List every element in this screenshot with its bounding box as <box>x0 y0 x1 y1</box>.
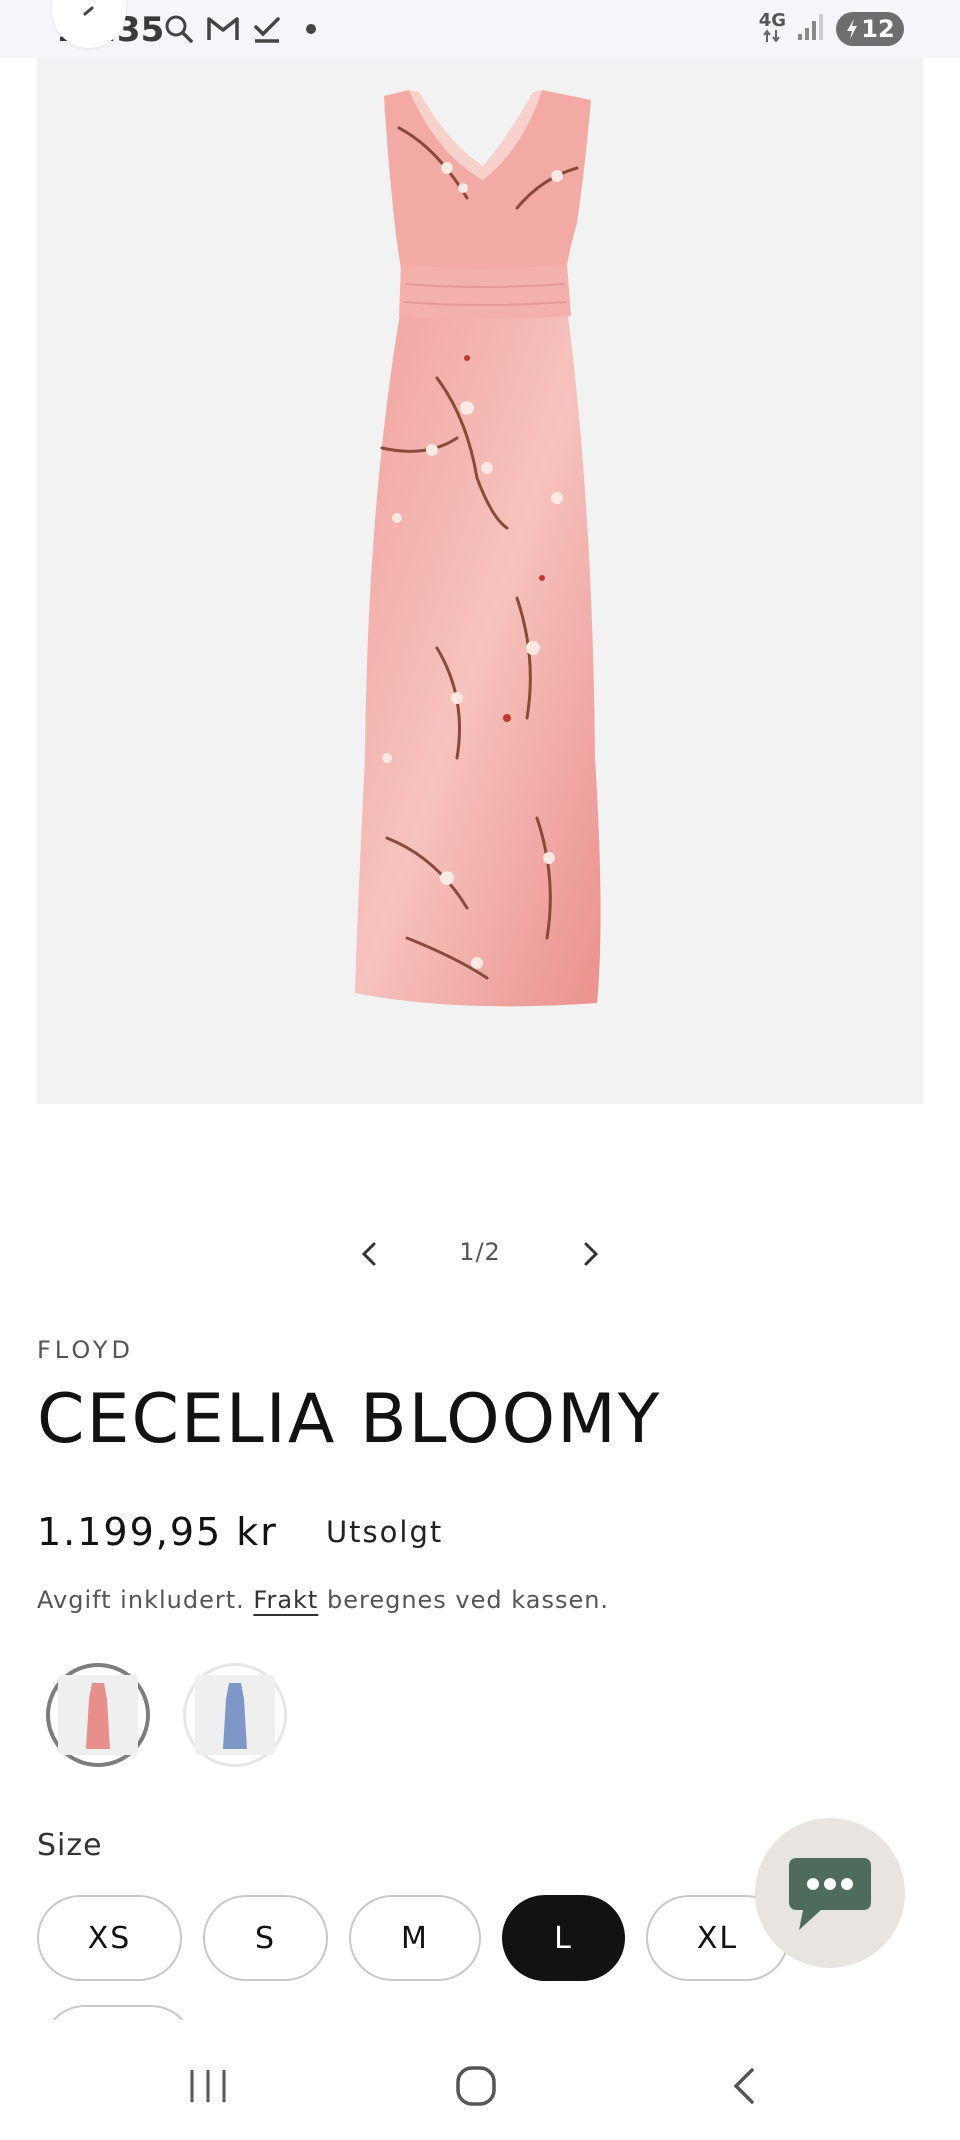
size-option-m[interactable]: M <box>349 1895 481 1981</box>
dot-icon <box>294 12 328 46</box>
chat-button[interactable] <box>755 1818 905 1968</box>
chevron-left-icon <box>361 1242 376 1266</box>
product-price: 1.199,95 kr <box>37 1510 278 1554</box>
back-button[interactable] <box>52 0 126 48</box>
next-slide-button[interactable] <box>572 1236 608 1272</box>
battery-indicator: 12 <box>836 12 904 46</box>
notification-icons <box>162 12 328 46</box>
chevron-right-icon <box>584 1242 599 1266</box>
slide-counter: 1/2 <box>459 1238 501 1266</box>
recent-apps-button[interactable] <box>178 2058 238 2114</box>
back-nav-button[interactable] <box>716 2058 776 2114</box>
signal-icon <box>796 12 826 46</box>
tax-note: Avgift inkludert. Frakt beregnes ved kas… <box>37 1586 610 1614</box>
shipping-link[interactable]: Frakt <box>253 1586 318 1614</box>
gmail-icon <box>206 12 240 46</box>
variant-swatch-blue[interactable] <box>183 1663 287 1767</box>
image-slider-controls: 1/2 <box>0 1230 960 1280</box>
size-option-s[interactable]: S <box>203 1895 328 1981</box>
previous-slide-button[interactable] <box>352 1236 388 1272</box>
variant-swatch-pink[interactable] <box>46 1663 150 1767</box>
status-bar: 16:35 4G 12 <box>0 0 960 58</box>
recent-apps-icon <box>190 2070 226 2102</box>
network-type: 4G <box>759 11 786 46</box>
task-check-icon <box>250 12 284 46</box>
dress-image <box>355 90 601 1007</box>
back-icon <box>733 2068 754 2104</box>
charging-icon <box>847 19 858 39</box>
sold-out-badge: Utsolgt <box>325 1515 444 1549</box>
home-button[interactable] <box>446 2058 506 2114</box>
chat-icon <box>789 1858 871 1930</box>
system-indicators: 4G 12 <box>759 11 904 46</box>
size-label: Size <box>37 1828 103 1863</box>
price-row: 1.199,95 kr Utsolgt <box>37 1510 443 1554</box>
size-option-xs[interactable]: XS <box>37 1895 182 1981</box>
system-navigation-bar <box>0 2030 960 2140</box>
product-vendor: FLOYD <box>37 1336 135 1364</box>
home-icon <box>456 2066 496 2106</box>
product-image[interactable] <box>37 58 923 1104</box>
search-icon <box>162 12 196 46</box>
size-option-l[interactable]: L <box>502 1895 625 1981</box>
product-title: CECELIA BLOOMY <box>37 1380 662 1459</box>
